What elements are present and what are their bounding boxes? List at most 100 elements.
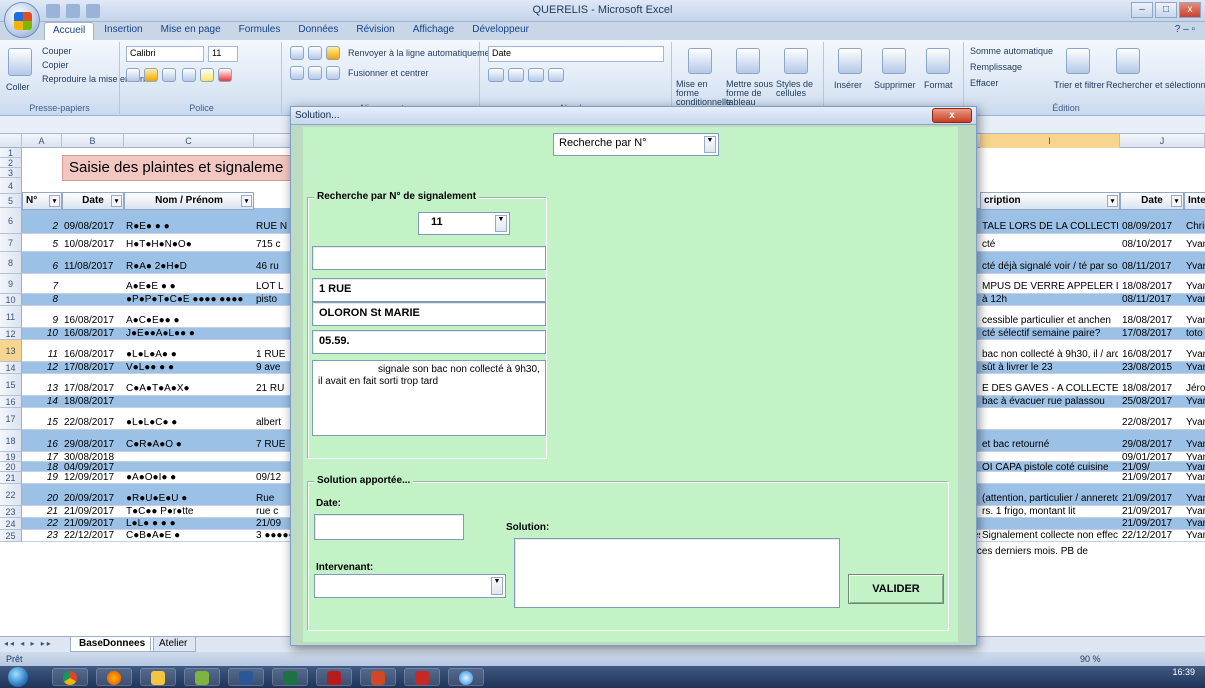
cell-c[interactable]: 1 RUE <box>254 349 294 360</box>
cell-desc[interactable]: et bac retourné <box>980 439 1118 450</box>
column-header-a[interactable]: A <box>22 134 62 148</box>
paste-icon[interactable] <box>8 48 32 76</box>
cell-who[interactable]: Christ <box>1184 221 1205 232</box>
cell-name[interactable]: ●P●P●T●C●E ●●●● ●●●● <box>124 294 252 305</box>
cell-desc[interactable]: TALE LORS DE LA COLLECTE <box>980 221 1118 232</box>
tab-insertion[interactable]: Insertion <box>96 22 150 40</box>
align-right-icon[interactable] <box>326 66 340 80</box>
cell-date2[interactable]: 25/08/2017 <box>1120 396 1182 407</box>
align-left-icon[interactable] <box>290 66 304 80</box>
cell-who[interactable]: Yvan <box>1184 261 1205 272</box>
cut-button[interactable]: Couper <box>42 46 72 56</box>
cell-who[interactable]: Yvan <box>1184 530 1205 541</box>
row-header[interactable]: 9 <box>0 274 22 294</box>
street-field[interactable]: 1 RUE <box>312 278 546 302</box>
cell-styles-icon[interactable] <box>784 48 808 74</box>
cell-n[interactable]: 6 <box>22 261 60 272</box>
cell-date[interactable]: 30/08/2018 <box>62 452 122 463</box>
cell-date[interactable]: 21/09/2017 <box>62 518 122 529</box>
cell-date2[interactable]: 08/09/2017 <box>1120 221 1182 232</box>
row-header[interactable]: 7 <box>0 234 22 252</box>
cell-who[interactable]: Yvan <box>1184 281 1205 292</box>
row-header[interactable]: 21 <box>0 472 22 484</box>
cell-date2[interactable]: 21/09/2017 <box>1120 506 1182 517</box>
tab-accueil[interactable]: Accueil <box>44 22 95 40</box>
search-mode-select[interactable]: Recherche par N° ▼ <box>553 133 719 156</box>
chevron-down-icon[interactable]: ▼ <box>495 215 507 232</box>
sheet-nav-arrows[interactable]: ◂◂ ◂ ▸ ▸▸ <box>4 639 53 648</box>
cell-date[interactable]: 17/08/2017 <box>62 383 122 394</box>
cell-name[interactable]: ●A●O●I● ● <box>124 472 252 483</box>
borders-icon[interactable] <box>182 68 196 82</box>
cell-who[interactable]: Yvan <box>1184 493 1205 504</box>
cell-date[interactable]: 22/08/2017 <box>62 417 122 428</box>
cell-n[interactable]: 11 <box>22 349 60 360</box>
cell-desc[interactable]: MPUS DE VERRE APPELER LA <box>980 281 1118 292</box>
cell-desc[interactable]: E DES GAVES - A COLLECTER <box>980 383 1118 394</box>
cell-date2[interactable]: 21/09/ <box>1120 462 1182 473</box>
currency-icon[interactable] <box>488 68 504 82</box>
taskbar-app-browser[interactable] <box>448 668 484 686</box>
cell-c[interactable]: rue c <box>254 506 294 517</box>
header-num[interactable]: N° ▾ <box>22 192 62 210</box>
row-header[interactable]: 13 <box>0 340 22 362</box>
percent-icon[interactable] <box>508 68 524 82</box>
filter-dropdown-icon[interactable]: ▾ <box>49 195 60 207</box>
minimize-button[interactable]: – <box>1131 2 1153 18</box>
cell-who[interactable]: Yvan <box>1184 239 1205 250</box>
solution-date-input[interactable] <box>314 514 464 540</box>
row-header[interactable]: 24 <box>0 518 22 530</box>
ribbon-help-controls[interactable]: ? – ▫ <box>1175 24 1195 35</box>
header-intervenant[interactable]: Inte <box>1184 192 1205 210</box>
validate-button[interactable]: VALIDER <box>848 574 944 604</box>
paste-button[interactable]: Coller <box>6 82 30 92</box>
cell-date2[interactable]: 08/11/2017 <box>1120 294 1182 305</box>
cell-date[interactable]: 22/12/2017 <box>62 530 122 541</box>
select-all-corner[interactable] <box>0 134 22 148</box>
cell-name[interactable]: R●A● 2●H●D <box>124 261 252 272</box>
column-header-b[interactable]: B <box>62 134 124 148</box>
tab-formules[interactable]: Formules <box>231 22 289 40</box>
cell-who[interactable]: Yvan <box>1184 349 1205 360</box>
cell-c[interactable]: albert <box>254 417 294 428</box>
merge-center-button[interactable]: Fusionner et centrer <box>348 68 429 78</box>
column-header-j[interactable]: J <box>1120 134 1205 148</box>
cell-desc[interactable]: cté sélectif semaine paire? <box>980 328 1118 339</box>
taskbar-app-excel[interactable] <box>272 668 308 686</box>
row-header[interactable]: 17 <box>0 408 22 430</box>
italic-icon[interactable] <box>144 68 158 82</box>
cell-n[interactable]: 18 <box>22 462 60 473</box>
conditional-format-icon[interactable] <box>688 48 712 74</box>
taskbar-app-explorer[interactable] <box>140 668 176 686</box>
underline-icon[interactable] <box>162 68 176 82</box>
chevron-down-icon[interactable]: ▼ <box>491 577 503 595</box>
sheet-title-cell[interactable]: Saisie des plaintes et signaleme <box>62 155 312 181</box>
cell-name[interactable]: ●L●L●C● ● <box>124 417 252 428</box>
cell-date2[interactable]: 23/08/2015 <box>1120 362 1182 373</box>
cell-name[interactable]: T●C●● P●r●tte <box>124 506 252 517</box>
cell-date2[interactable]: 17/08/2017 <box>1120 328 1182 339</box>
cell-name[interactable]: V●L●● ● ● <box>124 362 252 373</box>
cell-date2[interactable]: 16/08/2017 <box>1120 349 1182 360</box>
cell-who[interactable]: Yvan <box>1184 362 1205 373</box>
row-header[interactable]: 25 <box>0 530 22 542</box>
cell-n[interactable]: 15 <box>22 417 60 428</box>
cell-c[interactable]: 21 RU <box>254 383 294 394</box>
cell-date[interactable]: 10/08/2017 <box>62 239 122 250</box>
header-name[interactable]: Nom / Prénom ▾ <box>124 192 254 210</box>
cell-date2[interactable]: 18/08/2017 <box>1120 383 1182 394</box>
delete-cells-button[interactable]: Supprimer <box>874 80 916 90</box>
bold-icon[interactable] <box>126 68 140 82</box>
cell-name[interactable]: ●L●L●A● ● <box>124 349 252 360</box>
row-header[interactable]: 8 <box>0 252 22 274</box>
cell-desc[interactable]: bac non collecté à 9h30, il / ard <box>980 349 1118 360</box>
taskbar-app-acrobat[interactable] <box>404 668 440 686</box>
cell-date[interactable]: 17/08/2017 <box>62 362 122 373</box>
cell-styles-button[interactable]: Styles de cellules <box>776 80 822 98</box>
dialog-close-button[interactable]: x <box>932 108 972 123</box>
signalement-number-select[interactable]: 11 ▼ <box>418 212 510 235</box>
cell-who[interactable]: Yvan <box>1184 439 1205 450</box>
cell-desc[interactable]: rs. 1 frigo, montant lit <box>980 506 1118 517</box>
cell-who[interactable]: Yvan <box>1184 506 1205 517</box>
row-header[interactable]: 5 <box>0 194 22 208</box>
